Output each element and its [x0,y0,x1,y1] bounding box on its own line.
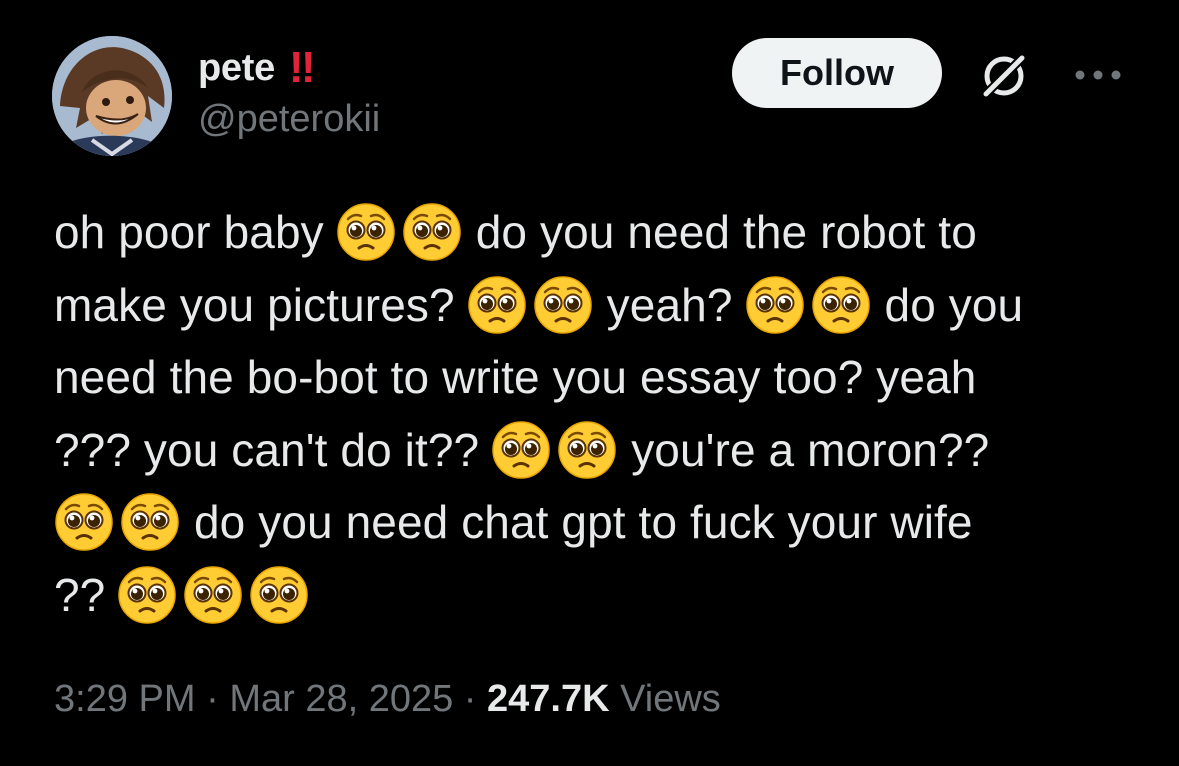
tweet-text-line: need the bo-bot to write you essay too? … [54,341,1134,414]
tweet-text-segment: oh poor baby [54,206,324,258]
pleading-face-emoji [533,276,592,334]
emoji-group [336,202,462,262]
pleading-face-emoji [337,203,395,261]
pleading-face-emoji [558,421,616,479]
tweet-text-line: ??? you can't do it?? you're a moron?? [54,414,1134,487]
emoji-group [745,275,871,335]
tweet-text-segment: ??? you can't do it?? [54,423,480,476]
more-icon[interactable] [1070,60,1126,90]
pleading-face-emoji [811,276,870,334]
emoji-group [54,492,180,552]
follow-button[interactable]: Follow [732,38,942,108]
tweet-text-segment: do you need the robot to [475,206,977,258]
pleading-face-emoji [250,566,309,624]
tweet-text-segment: ?? [54,568,106,621]
pleading-face-emoji [184,566,243,624]
tweet-text-segment: yeah? [606,278,733,331]
handle[interactable]: @peterokii [198,98,380,141]
tweet-text-segment: you're a moron?? [631,423,990,476]
pleading-face-emoji [492,421,550,479]
tweet-text-segment: need the bo-bot to write you essay too? … [54,351,977,403]
tweet-text-segment: do you need chat gpt to fuck your wife [194,496,973,548]
views-label: Views [620,678,721,720]
author-name-row[interactable]: pete ‼ [198,43,316,92]
tweet-text-line: make you pictures? yeah? do you [54,269,1134,342]
grok-icon[interactable] [976,48,1032,104]
display-name[interactable]: pete [198,47,275,90]
tweet-text-line: ?? [54,559,1134,632]
timestamp-time[interactable]: 3:29 PM [54,678,196,720]
tweet-text-line: oh poor baby do you need the robot to [54,196,1134,269]
tweet-text-line: do you need chat gpt to fuck your wife [54,486,1134,559]
pleading-face-emoji [118,566,177,624]
tweet-text: oh poor baby do you need the robot to make… [54,196,1134,631]
avatar[interactable] [52,36,172,156]
meta-separator: · [206,678,219,720]
tweet-text-segment: make you pictures? [54,278,455,331]
tweet-text-segment: do you [884,278,1024,331]
meta-separator: · [463,678,477,720]
emoji-group [117,565,309,625]
tweet-meta: 3:29 PM · Mar 28, 2025 · 247.7K Views [54,678,721,721]
pleading-face-emoji [121,493,179,551]
double-exclamation-badge: ‼ [288,43,316,92]
emoji-group [491,420,617,480]
pleading-face-emoji [467,276,526,334]
pleading-face-emoji [403,203,461,261]
tweet-card: pete ‼ @peterokii Follow oh poor baby do … [0,0,1179,766]
views-count: 247.7K [487,678,610,720]
pleading-face-emoji [745,276,804,334]
emoji-group [467,275,593,335]
pleading-face-emoji [55,493,113,551]
timestamp-date[interactable]: Mar 28, 2025 [229,678,453,720]
